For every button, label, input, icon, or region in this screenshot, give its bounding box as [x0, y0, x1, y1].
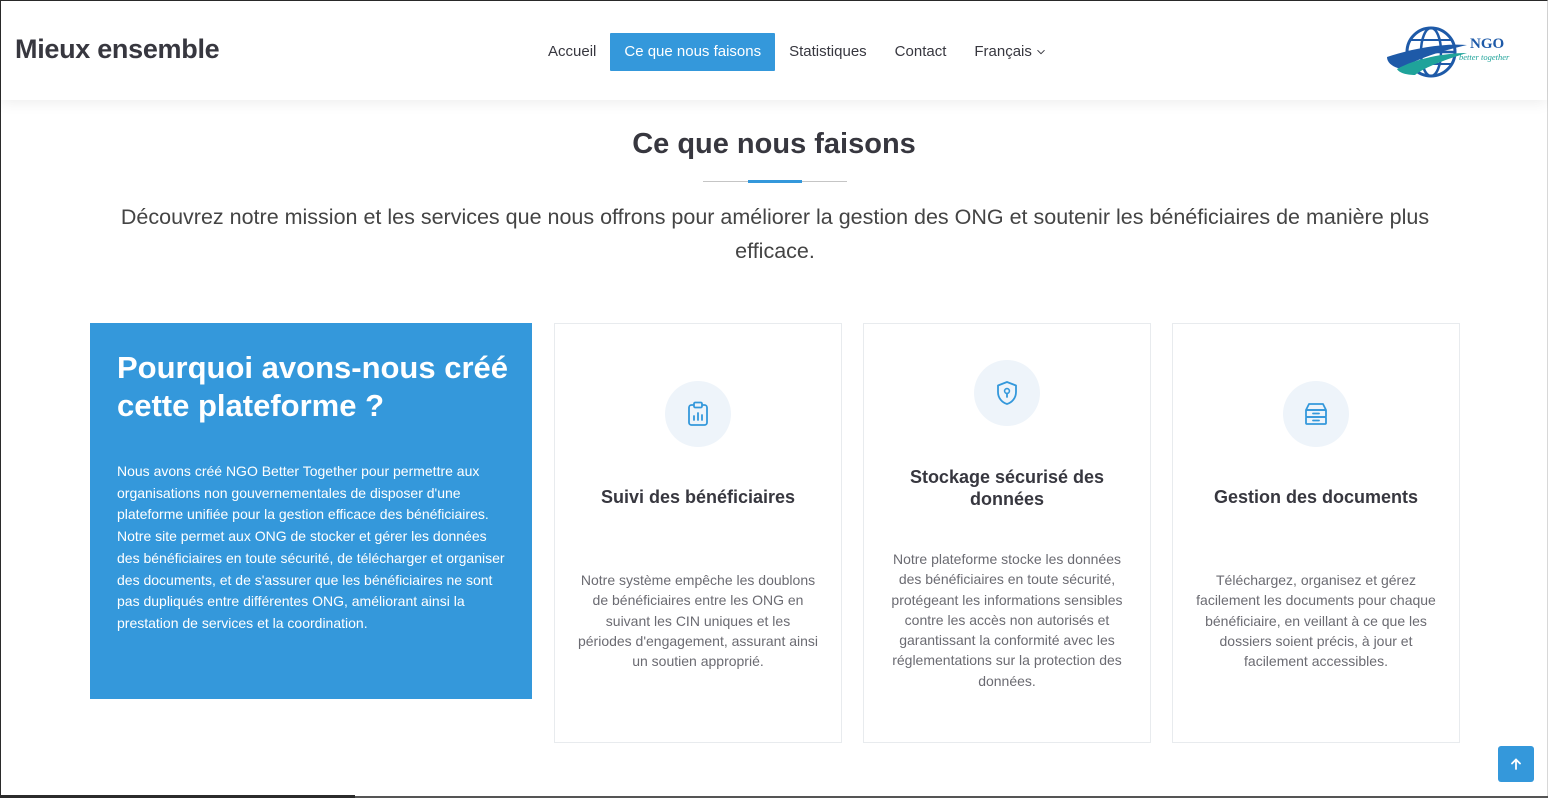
card-document-management[interactable]: Gestion des documents Téléchargez, organ… — [1172, 323, 1460, 743]
card-title: Gestion des documents — [1213, 487, 1419, 507]
arrow-up-icon — [1511, 758, 1521, 770]
archive-box-icon — [1305, 403, 1327, 425]
brand-title[interactable]: Mieux ensemble — [15, 34, 220, 65]
why-box: Pourquoi avons-nous créé cette plateform… — [90, 323, 532, 699]
language-dropdown[interactable]: Français — [960, 33, 1060, 71]
nav-home[interactable]: Accueil — [534, 33, 610, 71]
card-text: Téléchargez, organisez et gérez facileme… — [1196, 572, 1436, 670]
icon-wrapper — [974, 360, 1040, 426]
section-title: Ce que nous faisons — [632, 128, 916, 160]
nav-contact[interactable]: Contact — [881, 33, 961, 71]
icon-wrapper — [1283, 381, 1349, 447]
card-title: Stockage sécurisé des données — [909, 467, 1105, 509]
card-title: Suivi des bénéficiaires — [600, 487, 796, 507]
svg-text:better together: better together — [1459, 52, 1510, 62]
shield-lock-icon — [997, 381, 1017, 405]
clipboard-chart-icon — [688, 401, 708, 426]
card-secure-storage[interactable]: Stockage sécurisé des données Notre plat… — [863, 323, 1151, 743]
title-divider-accent — [748, 180, 802, 183]
why-text: Nous avons créé NGO Better Together pour… — [117, 463, 505, 631]
why-title: Pourquoi avons-nous créé cette plateform… — [117, 350, 509, 423]
site-header: Mieux ensemble Accueil Ce que nous faiso… — [1, 1, 1547, 100]
scroll-to-top-button[interactable] — [1498, 746, 1534, 782]
chevron-down-icon — [1037, 49, 1045, 55]
card-text: Notre plateforme stocke les données des … — [891, 551, 1123, 689]
language-label: Français — [974, 43, 1032, 60]
ngo-logo[interactable]: NGO better together — [1381, 19, 1526, 84]
section-intro: Découvrez notre mission et les services … — [120, 205, 1430, 263]
card-text: Notre système empêche les doublons de bé… — [577, 572, 819, 670]
nav-statistics[interactable]: Statistiques — [775, 33, 881, 71]
icon-wrapper — [665, 381, 731, 447]
main-nav: Accueil Ce que nous faisons Statistiques… — [534, 32, 1060, 72]
card-beneficiary-tracking[interactable]: Suivi des bénéficiaires Notre système em… — [554, 323, 842, 743]
svg-text:NGO: NGO — [1470, 36, 1504, 52]
nav-what-we-do[interactable]: Ce que nous faisons — [610, 33, 776, 71]
